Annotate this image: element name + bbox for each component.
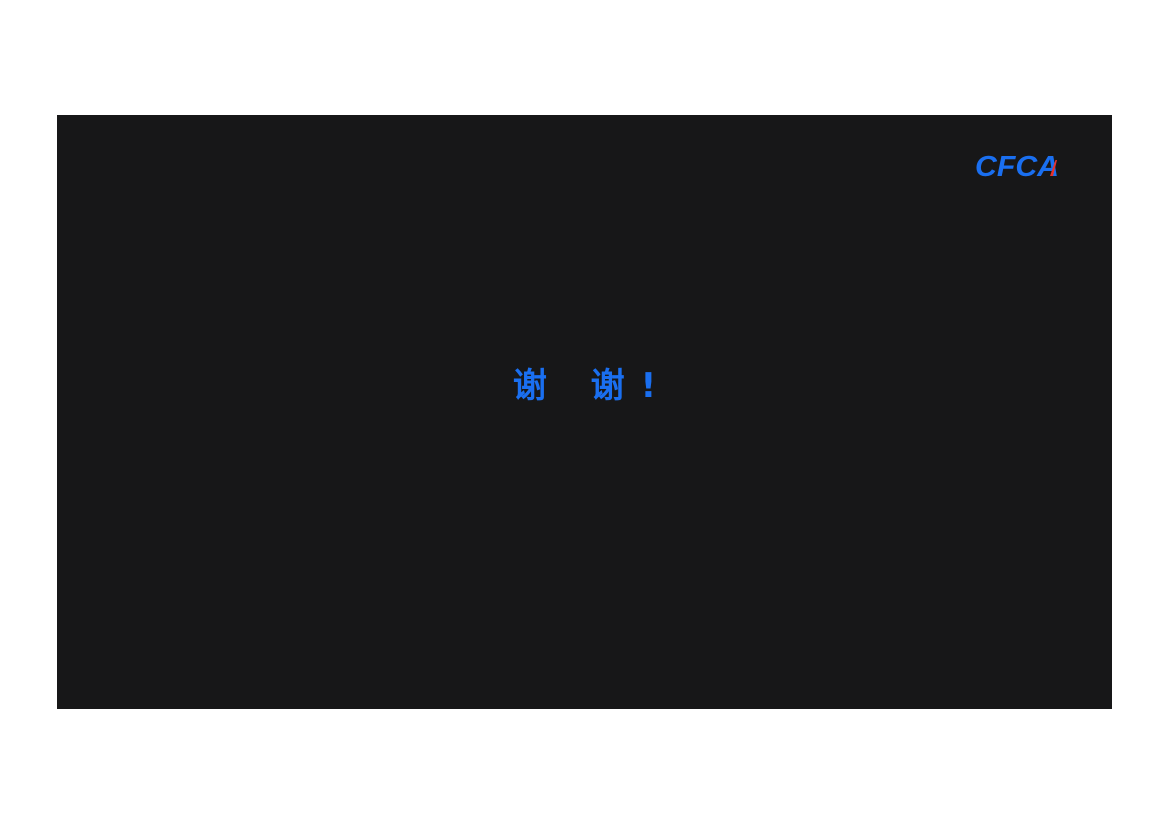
slide: CFCA 谢 谢! [57, 115, 1112, 709]
thank-you-message: 谢 谢! [512, 366, 673, 406]
page: CFCA 谢 谢! [0, 0, 1169, 826]
cfca-logo: CFCA [973, 149, 1063, 181]
cfca-logo-icon: CFCA [975, 151, 1059, 181]
logo-text: CFCA [975, 151, 1059, 181]
